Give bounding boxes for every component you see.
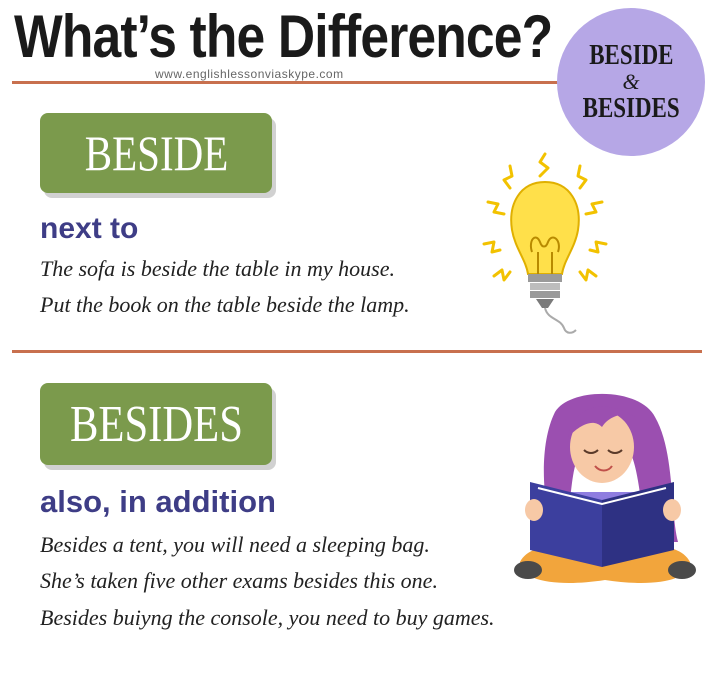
beside-example-2: Put the book on the table beside the lam… <box>40 292 410 317</box>
website-url: www.englishlessonviaskype.com <box>155 67 344 81</box>
title-divider <box>12 81 572 84</box>
beside-meaning: next to <box>40 212 139 245</box>
besides-example-2: She’s taken five other exams besides thi… <box>40 568 438 593</box>
besides-example-1: Besides a tent, you will need a sleeping… <box>40 532 430 557</box>
girl-reading-illustration <box>514 393 696 583</box>
besides-word-label: BESIDES <box>69 395 243 453</box>
besides-word-tag: BESIDES <box>40 383 272 465</box>
lightbulb-icon <box>482 152 608 334</box>
page-title: What’s the Difference? <box>14 3 553 70</box>
beside-word-label: BESIDE <box>84 125 228 181</box>
badge-ampersand: & <box>622 69 640 95</box>
badge-word-beside: BESIDE <box>588 40 674 72</box>
topic-badge: BESIDE & BESIDES <box>557 8 705 156</box>
beside-word-tag: BESIDE <box>40 113 272 193</box>
badge-word-besides: BESIDES <box>582 92 680 124</box>
besides-example-3: Besides buiyng the console, you need to … <box>40 605 495 630</box>
section-divider <box>12 350 702 353</box>
beside-example-1: The sofa is beside the table in my house… <box>40 256 396 281</box>
besides-meaning: also, in addition <box>40 484 276 519</box>
